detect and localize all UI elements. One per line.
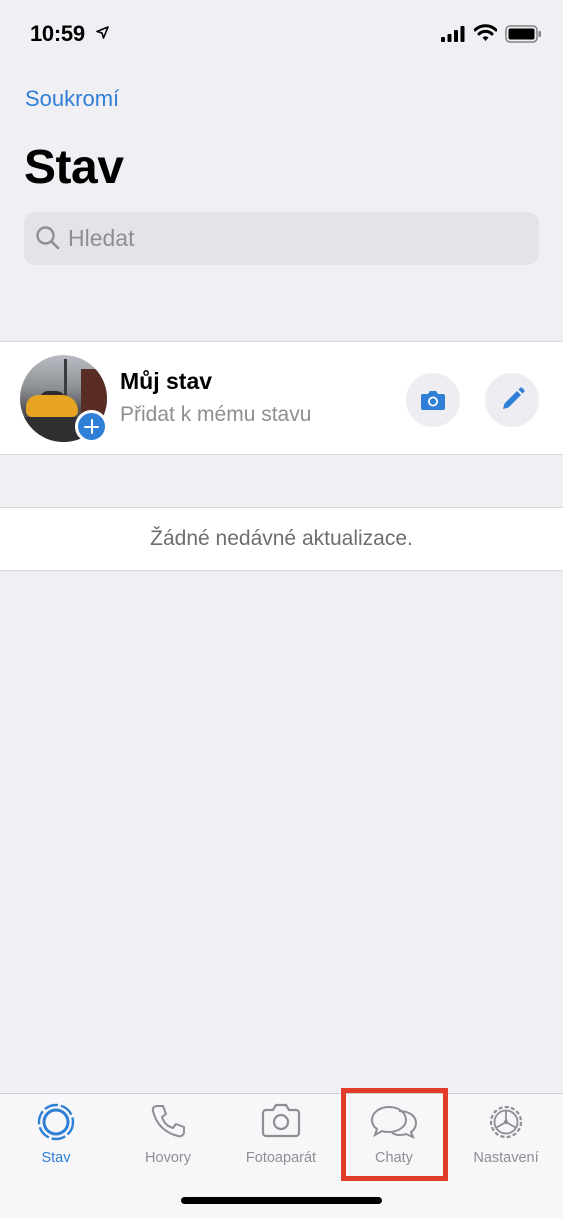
tab-label: Fotoaparát	[245, 1150, 317, 1166]
pencil-icon	[503, 387, 525, 409]
wifi-icon	[474, 24, 497, 41]
empty-updates-label: Žádné nedávné aktualizace.	[150, 527, 413, 550]
tab-label: Nastavení	[473, 1150, 539, 1166]
tab-stav[interactable]: Stav	[0, 1094, 112, 1184]
search-input[interactable]	[68, 212, 528, 265]
tab-label: Hovory	[145, 1150, 191, 1166]
cellular-signal-icon	[441, 26, 465, 42]
camera-status-button[interactable]	[406, 373, 460, 427]
status-time: 10:59	[30, 21, 85, 46]
page-title: Stav	[24, 141, 124, 194]
status-icon	[37, 1103, 75, 1141]
home-indicator[interactable]	[181, 1197, 382, 1204]
status-bar: 10:59	[0, 0, 563, 70]
text-status-button[interactable]	[485, 373, 539, 427]
highlight-annotation-box	[341, 1088, 448, 1181]
my-status-subtitle: Přidat k mému stavu	[120, 403, 312, 426]
battery-icon	[505, 25, 541, 43]
my-status-name: Můj stav	[120, 368, 213, 394]
empty-updates-message: Žádné nedávné aktualizace.	[0, 507, 563, 571]
camera-icon	[261, 1103, 301, 1138]
tab-hovory[interactable]: Hovory	[112, 1094, 224, 1184]
phone-icon	[151, 1105, 185, 1138]
gear-icon	[489, 1105, 523, 1139]
search-icon	[36, 226, 60, 250]
tab-nastaveni[interactable]: Nastavení	[450, 1094, 562, 1184]
search-bar[interactable]	[24, 212, 539, 265]
camera-icon	[421, 391, 445, 410]
tab-fotoaparat[interactable]: Fotoaparát	[225, 1094, 337, 1184]
add-status-badge[interactable]	[75, 410, 108, 443]
back-link-soukromi[interactable]: Soukromí	[25, 86, 119, 112]
tab-label: Stav	[41, 1150, 71, 1166]
location-arrow-icon	[96, 26, 109, 39]
